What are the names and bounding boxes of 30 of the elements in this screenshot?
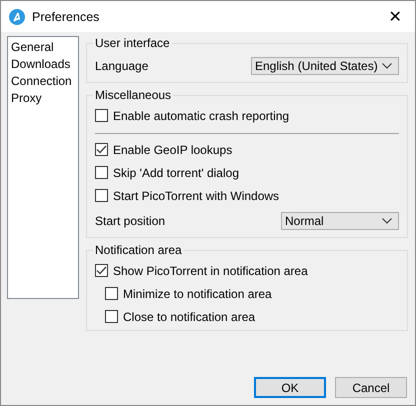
checkbox-label: Show PicoTorrent in notification area (113, 264, 308, 278)
category-item[interactable]: General (11, 39, 75, 56)
checkbox[interactable] (95, 166, 108, 179)
dialog-button[interactable]: OK (254, 377, 326, 398)
category-item[interactable]: Connection (11, 73, 75, 90)
category-list[interactable]: General Downloads Connection Proxy (7, 36, 79, 299)
checkbox[interactable] (95, 109, 108, 122)
window-title: Preferences (32, 10, 100, 24)
checkbox[interactable] (105, 287, 118, 300)
dialog-button[interactable]: Cancel (335, 377, 407, 398)
chevron-down-icon (382, 63, 392, 69)
dropdown[interactable]: Normal (281, 212, 399, 230)
checkbox-label: Close to notification area (123, 310, 256, 324)
checkbox-label: Enable GeoIP lookups (113, 142, 232, 156)
chevron-down-icon (382, 218, 392, 224)
checkbox-label: Minimize to notification area (123, 286, 272, 300)
field-label: Start position (95, 214, 166, 228)
category-item[interactable]: Downloads (11, 56, 75, 73)
checkbox-label: Skip 'Add torrent' dialog (113, 166, 239, 180)
checkbox[interactable] (95, 264, 108, 277)
checkbox-label: Start PicoTorrent with Windows (113, 188, 280, 202)
category-item[interactable]: Proxy (11, 90, 75, 107)
checkbox[interactable] (95, 143, 108, 156)
checkbox[interactable] (105, 310, 118, 323)
checkbox-label: Enable automatic crash reporting (113, 108, 290, 122)
checkbox[interactable] (95, 189, 108, 202)
app-logo-icon (9, 8, 25, 24)
field-label: Language (95, 59, 148, 73)
dropdown[interactable]: English (United States) (251, 57, 399, 75)
close-button[interactable]: ✕ (375, 6, 415, 26)
